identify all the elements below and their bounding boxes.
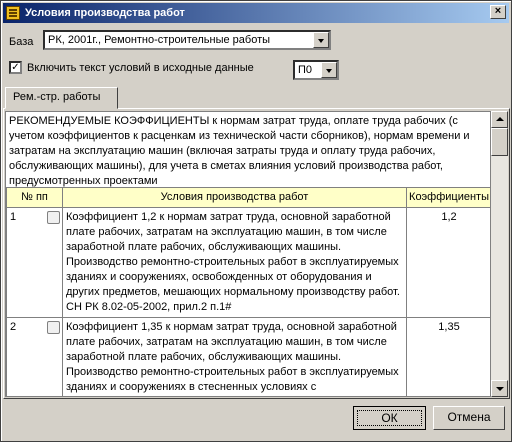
conditions-table: № пп Условия производства работ Коэффици…	[6, 187, 490, 396]
base-select-value: РК, 2001г., Ремонтно-строительные работы	[48, 34, 271, 46]
include-text-label: Включить текст условий в исходные данные	[27, 62, 254, 74]
tab-rem-str-raboty[interactable]: Рем.-стр. работы	[5, 87, 118, 109]
row-checkbox[interactable]	[46, 211, 60, 224]
include-select-value: П0	[298, 64, 313, 76]
title-bar[interactable]: Условия производства работ ×	[3, 3, 509, 23]
base-select[interactable]: РК, 2001г., Ремонтно-строительные работы	[43, 30, 331, 50]
row-select-cell	[44, 207, 63, 318]
row-text: Коэффициент 1,35 к нормам затрат труда, …	[61, 317, 408, 396]
ok-button[interactable]: ОК	[353, 406, 426, 430]
scroll-down-icon[interactable]	[491, 380, 508, 397]
scroll-thumb[interactable]	[491, 128, 508, 156]
chevron-down-icon[interactable]	[313, 32, 329, 48]
header-coef: Коэффициенты	[406, 187, 490, 208]
row-coef: 1,2	[406, 207, 490, 318]
row-num: 1	[6, 207, 45, 318]
header-num: № пп	[6, 187, 63, 208]
include-text-checkbox[interactable]: ✓	[9, 61, 22, 74]
ok-label: ОК	[357, 410, 422, 426]
row-checkbox[interactable]	[46, 321, 60, 334]
chevron-down-icon[interactable]	[321, 62, 337, 78]
table-header: № пп Условия производства работ Коэффици…	[6, 187, 490, 208]
row-text: Коэффициент 1,2 к нормам затрат труда, о…	[61, 207, 408, 318]
base-label: База	[9, 36, 34, 48]
close-button[interactable]: ×	[490, 5, 506, 19]
row-select-cell	[44, 317, 63, 396]
row-coef: 1,35	[406, 317, 490, 396]
intro-text: РЕКОМЕНДУЕМЫЕ КОЭФФИЦИЕНТЫ к нормам затр…	[9, 115, 470, 187]
vertical-scrollbar[interactable]	[491, 111, 508, 397]
app-icon	[6, 6, 20, 20]
header-conditions: Условия производства работ	[61, 187, 408, 208]
table-row: 1 Коэффициент 1,2 к нормам затрат труда,…	[6, 207, 490, 318]
table-row: 2 Коэффициент 1,35 к нормам затрат труда…	[6, 317, 490, 396]
dialog-window: Условия производства работ × База РК, 20…	[0, 0, 512, 442]
cancel-button[interactable]: Отмена	[433, 406, 505, 430]
scroll-up-icon[interactable]	[491, 111, 508, 128]
window-title: Условия производства работ	[25, 7, 185, 19]
include-select[interactable]: П0	[293, 60, 339, 80]
conditions-content: РЕКОМЕНДУЕМЫЕ КОЭФФИЦИЕНТЫ к нормам затр…	[5, 111, 491, 397]
row-num: 2	[6, 317, 45, 396]
